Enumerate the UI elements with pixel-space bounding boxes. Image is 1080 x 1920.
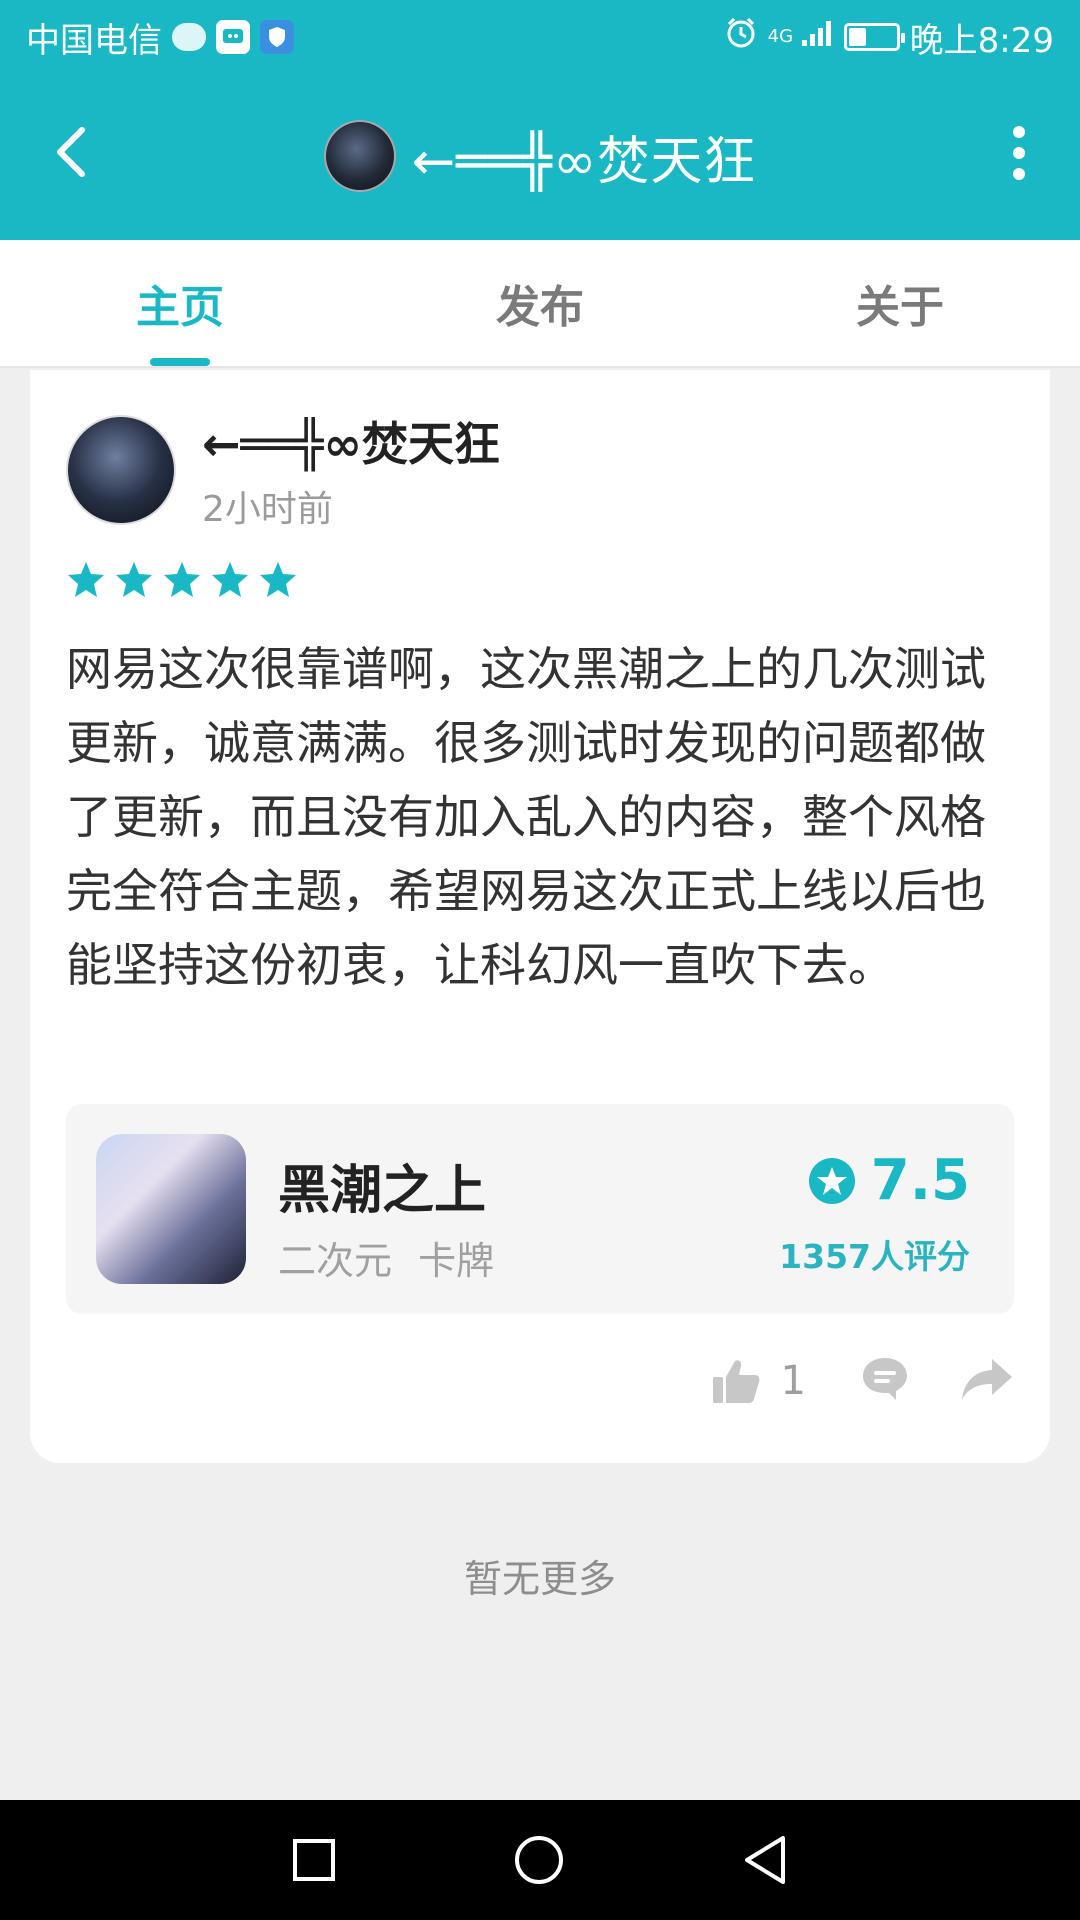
like-count: 1 xyxy=(780,1358,806,1404)
review-actions: 1 xyxy=(711,1355,1014,1407)
rating-stars xyxy=(66,560,298,600)
star-badge-icon xyxy=(808,1157,855,1204)
game-tags: 二次元 卡牌 xyxy=(278,1239,495,1283)
game-card[interactable]: 黑潮之上 二次元 卡牌 7.5 1357人评分 xyxy=(66,1104,1014,1314)
review-time: 2小时前 xyxy=(202,489,333,530)
share-button[interactable] xyxy=(960,1357,1014,1405)
alarm-icon xyxy=(724,16,758,59)
status-left: 中国电信 xyxy=(26,13,294,62)
app-bar: ←══╬∞焚天狂 xyxy=(0,74,1080,240)
tab-about[interactable]: 关于 xyxy=(720,240,1080,366)
no-more-label: 暂无更多 xyxy=(463,1557,616,1601)
like-button[interactable]: 1 xyxy=(711,1357,806,1405)
page-title: ←══╬∞焚天狂 xyxy=(411,131,757,192)
star-icon xyxy=(164,562,200,597)
tab-about-label: 关于 xyxy=(856,282,944,333)
comment-button[interactable] xyxy=(860,1355,910,1407)
message-bubble-icon xyxy=(172,23,206,51)
signal-icon xyxy=(800,17,834,57)
tab-home-label: 主页 xyxy=(136,282,224,333)
star-icon xyxy=(116,562,152,597)
tab-bar: 主页 发布 关于 xyxy=(0,240,1080,368)
review-header: ←══╬∞焚天狂 2小时前 xyxy=(66,408,500,532)
game-score: 7.5 xyxy=(807,1148,970,1213)
review-text: 网易这次很靠谱啊，这次黑潮之上的几次测试更新，诚意满满。很多测试时发现的问题都做… xyxy=(66,642,986,992)
more-vertical-icon xyxy=(1013,126,1025,138)
battery-fill xyxy=(848,28,866,46)
author-info: ←══╬∞焚天狂 2小时前 xyxy=(202,408,500,532)
avatar xyxy=(323,120,396,192)
top-bar: 中国电信 4G 晚上8:29 ←══╬∞焚天狂 xyxy=(0,0,1080,240)
star-icon xyxy=(260,562,296,597)
battery-icon xyxy=(843,23,905,51)
home-icon[interactable] xyxy=(513,1834,565,1886)
tab-indicator xyxy=(150,358,210,366)
star-icon xyxy=(212,562,248,597)
network-label: 4G xyxy=(767,26,794,47)
game-icon xyxy=(96,1134,246,1284)
review-card[interactable]: ←══╬∞焚天狂 2小时前 网易这次很靠谱啊，这次黑潮之上的几次测试更新，诚意满… xyxy=(30,370,1050,1463)
rating-count: 1357人评分 xyxy=(779,1237,970,1276)
recent-apps-icon[interactable] xyxy=(291,1837,337,1883)
thumbs-up-icon xyxy=(712,1360,759,1403)
status-bar: 中国电信 4G 晚上8:29 xyxy=(0,0,1080,74)
tab-home[interactable]: 主页 xyxy=(0,240,360,366)
comment-icon xyxy=(863,1358,907,1400)
author-avatar[interactable] xyxy=(66,415,176,525)
app-notification-icon xyxy=(216,20,250,54)
carrier-label: 中国电信 xyxy=(26,20,162,61)
clock: 晚上8:29 xyxy=(909,20,1054,61)
game-name: 黑潮之上 xyxy=(278,1161,487,1221)
back-nav-icon[interactable] xyxy=(741,1834,789,1886)
shield-icon xyxy=(260,20,294,54)
tab-publish[interactable]: 发布 xyxy=(360,240,720,366)
tab-publish-label: 发布 xyxy=(496,282,584,333)
profile-title: ←══╬∞焚天狂 xyxy=(0,118,1080,194)
game-score-value: 7.5 xyxy=(870,1148,970,1213)
system-nav-bar xyxy=(0,1800,1080,1920)
author-name[interactable]: ←══╬∞焚天狂 xyxy=(202,408,500,474)
status-right: 4G 晚上8:29 xyxy=(724,13,1054,62)
share-icon xyxy=(962,1359,1012,1399)
more-button[interactable] xyxy=(1004,126,1034,180)
star-icon xyxy=(68,562,104,597)
